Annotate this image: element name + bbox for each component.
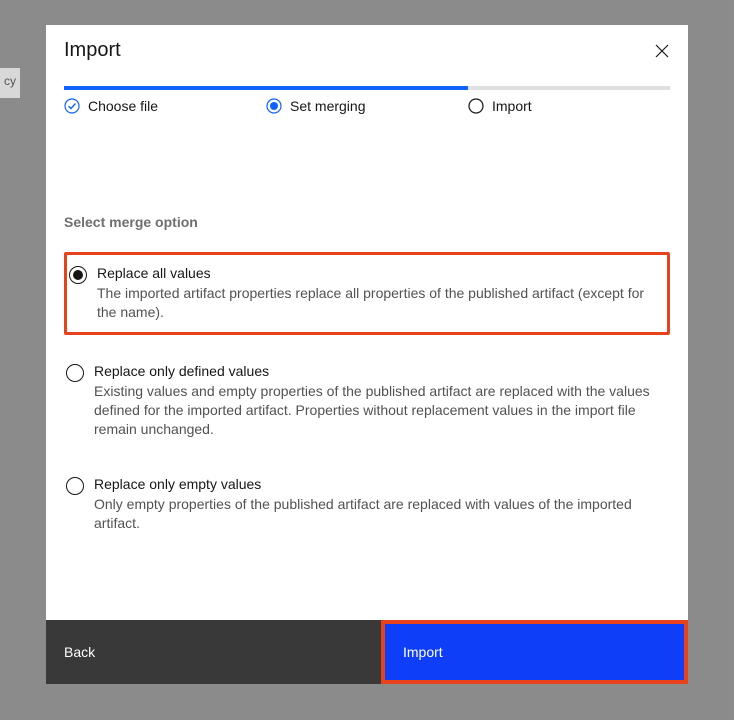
step-label: Import bbox=[492, 98, 532, 114]
import-modal: Import Choose file Set merging Import bbox=[46, 25, 688, 684]
pending-step-icon bbox=[468, 98, 484, 114]
modal-header: Import bbox=[46, 25, 688, 76]
step-set-merging[interactable]: Set merging bbox=[266, 98, 468, 114]
radio-icon bbox=[66, 477, 84, 495]
modal-footer: Back Import bbox=[46, 620, 688, 684]
step-choose-file[interactable]: Choose file bbox=[64, 98, 266, 114]
step-label: Choose file bbox=[88, 98, 158, 114]
section-label: Select merge option bbox=[64, 214, 670, 230]
option-replace-empty[interactable]: Replace only empty values Only empty pro… bbox=[64, 470, 670, 539]
import-button[interactable]: Import bbox=[385, 624, 684, 680]
radio-icon bbox=[66, 364, 84, 382]
option-description: Only empty properties of the published a… bbox=[94, 495, 666, 533]
progress-seg-done bbox=[64, 86, 468, 90]
background-tab-fragment: cy bbox=[0, 68, 20, 98]
modal-title: Import bbox=[64, 39, 121, 62]
option-content: Replace only defined values Existing val… bbox=[94, 363, 666, 439]
option-description: The imported artifact properties replace… bbox=[97, 284, 663, 322]
radio-icon bbox=[69, 266, 87, 284]
option-replace-defined[interactable]: Replace only defined values Existing val… bbox=[64, 357, 670, 445]
step-import[interactable]: Import bbox=[468, 98, 670, 114]
modal-content: Select merge option Replace all values T… bbox=[46, 114, 688, 620]
option-content: Replace only empty values Only empty pro… bbox=[94, 476, 666, 533]
option-title: Replace only empty values bbox=[94, 476, 666, 492]
option-description: Existing values and empty properties of … bbox=[94, 382, 666, 439]
option-title: Replace only defined values bbox=[94, 363, 666, 379]
option-content: Replace all values The imported artifact… bbox=[97, 265, 663, 322]
close-icon[interactable] bbox=[654, 43, 670, 59]
progress-bar bbox=[64, 86, 670, 90]
current-step-icon bbox=[266, 98, 282, 114]
progress-seg-pending bbox=[468, 86, 670, 90]
step-label: Set merging bbox=[290, 98, 365, 114]
back-button[interactable]: Back bbox=[46, 620, 381, 684]
checkmark-circle-icon bbox=[64, 98, 80, 114]
option-replace-all[interactable]: Replace all values The imported artifact… bbox=[64, 252, 670, 335]
steps-row: Choose file Set merging Import bbox=[46, 98, 688, 114]
option-title: Replace all values bbox=[97, 265, 663, 281]
import-button-highlight: Import bbox=[381, 620, 688, 684]
